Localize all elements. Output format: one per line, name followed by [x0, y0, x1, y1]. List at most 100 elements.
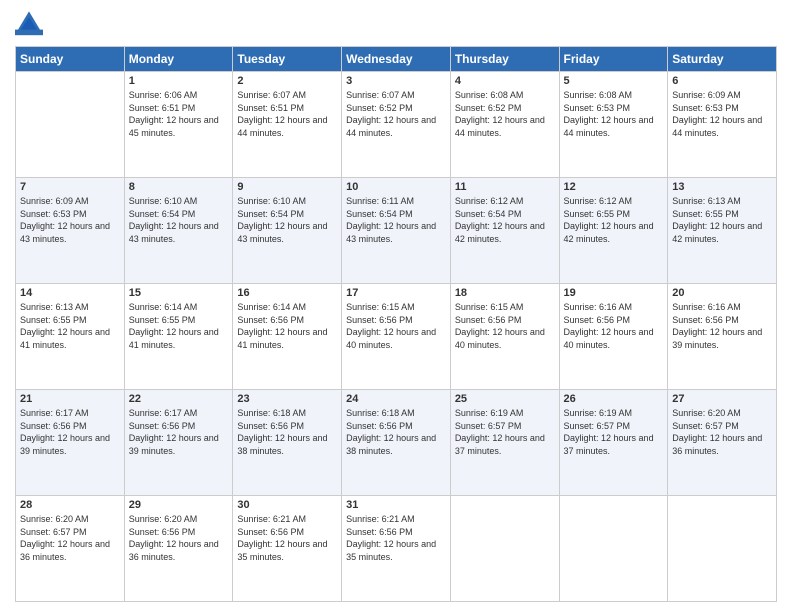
logo	[15, 10, 47, 38]
daylight-label: Daylight: 12 hours and 36 minutes.	[129, 539, 219, 562]
day-cell: 21 Sunrise: 6:17 AM Sunset: 6:56 PM Dayl…	[16, 390, 125, 496]
sunrise-label: Sunrise: 6:06 AM	[129, 90, 198, 100]
day-info: Sunrise: 6:07 AM Sunset: 6:51 PM Dayligh…	[237, 89, 337, 139]
day-info: Sunrise: 6:06 AM Sunset: 6:51 PM Dayligh…	[129, 89, 229, 139]
day-info: Sunrise: 6:09 AM Sunset: 6:53 PM Dayligh…	[672, 89, 772, 139]
sunset-label: Sunset: 6:54 PM	[346, 209, 413, 219]
sunset-label: Sunset: 6:54 PM	[237, 209, 304, 219]
day-number: 17	[346, 287, 446, 299]
day-info: Sunrise: 6:21 AM Sunset: 6:56 PM Dayligh…	[237, 513, 337, 563]
day-info: Sunrise: 6:14 AM Sunset: 6:55 PM Dayligh…	[129, 301, 229, 351]
day-number: 13	[672, 181, 772, 193]
day-cell: 1 Sunrise: 6:06 AM Sunset: 6:51 PM Dayli…	[124, 72, 233, 178]
day-info: Sunrise: 6:10 AM Sunset: 6:54 PM Dayligh…	[129, 195, 229, 245]
day-number: 15	[129, 287, 229, 299]
sunset-label: Sunset: 6:56 PM	[346, 421, 413, 431]
day-number: 9	[237, 181, 337, 193]
day-info: Sunrise: 6:16 AM Sunset: 6:56 PM Dayligh…	[672, 301, 772, 351]
sunrise-label: Sunrise: 6:21 AM	[346, 514, 415, 524]
sunset-label: Sunset: 6:56 PM	[672, 315, 739, 325]
day-info: Sunrise: 6:18 AM Sunset: 6:56 PM Dayligh…	[237, 407, 337, 457]
page: SundayMondayTuesdayWednesdayThursdayFrid…	[0, 0, 792, 612]
daylight-label: Daylight: 12 hours and 41 minutes.	[20, 327, 110, 350]
sunrise-label: Sunrise: 6:09 AM	[672, 90, 741, 100]
sunset-label: Sunset: 6:57 PM	[455, 421, 522, 431]
daylight-label: Daylight: 12 hours and 44 minutes.	[455, 115, 545, 138]
daylight-label: Daylight: 12 hours and 36 minutes.	[672, 433, 762, 456]
day-number: 19	[564, 287, 664, 299]
day-info: Sunrise: 6:13 AM Sunset: 6:55 PM Dayligh…	[672, 195, 772, 245]
sunset-label: Sunset: 6:55 PM	[564, 209, 631, 219]
day-info: Sunrise: 6:16 AM Sunset: 6:56 PM Dayligh…	[564, 301, 664, 351]
sunset-label: Sunset: 6:51 PM	[129, 103, 196, 113]
sunset-label: Sunset: 6:54 PM	[455, 209, 522, 219]
day-cell: 20 Sunrise: 6:16 AM Sunset: 6:56 PM Dayl…	[668, 284, 777, 390]
day-cell: 6 Sunrise: 6:09 AM Sunset: 6:53 PM Dayli…	[668, 72, 777, 178]
daylight-label: Daylight: 12 hours and 44 minutes.	[672, 115, 762, 138]
day-number: 3	[346, 75, 446, 87]
day-number: 24	[346, 393, 446, 405]
day-cell: 15 Sunrise: 6:14 AM Sunset: 6:55 PM Dayl…	[124, 284, 233, 390]
day-number: 16	[237, 287, 337, 299]
day-number: 7	[20, 181, 120, 193]
day-info: Sunrise: 6:17 AM Sunset: 6:56 PM Dayligh…	[20, 407, 120, 457]
day-cell: 11 Sunrise: 6:12 AM Sunset: 6:54 PM Dayl…	[450, 178, 559, 284]
day-cell: 28 Sunrise: 6:20 AM Sunset: 6:57 PM Dayl…	[16, 496, 125, 602]
week-row-2: 7 Sunrise: 6:09 AM Sunset: 6:53 PM Dayli…	[16, 178, 777, 284]
day-number: 18	[455, 287, 555, 299]
sunrise-label: Sunrise: 6:14 AM	[237, 302, 306, 312]
sunset-label: Sunset: 6:53 PM	[564, 103, 631, 113]
day-cell: 13 Sunrise: 6:13 AM Sunset: 6:55 PM Dayl…	[668, 178, 777, 284]
sunrise-label: Sunrise: 6:17 AM	[129, 408, 198, 418]
sunset-label: Sunset: 6:55 PM	[672, 209, 739, 219]
day-info: Sunrise: 6:09 AM Sunset: 6:53 PM Dayligh…	[20, 195, 120, 245]
sunrise-label: Sunrise: 6:21 AM	[237, 514, 306, 524]
weekday-header-tuesday: Tuesday	[233, 47, 342, 72]
day-cell: 26 Sunrise: 6:19 AM Sunset: 6:57 PM Dayl…	[559, 390, 668, 496]
day-info: Sunrise: 6:21 AM Sunset: 6:56 PM Dayligh…	[346, 513, 446, 563]
day-number: 4	[455, 75, 555, 87]
weekday-header-friday: Friday	[559, 47, 668, 72]
sunset-label: Sunset: 6:51 PM	[237, 103, 304, 113]
day-number: 27	[672, 393, 772, 405]
day-number: 26	[564, 393, 664, 405]
day-info: Sunrise: 6:08 AM Sunset: 6:53 PM Dayligh…	[564, 89, 664, 139]
sunset-label: Sunset: 6:52 PM	[346, 103, 413, 113]
day-info: Sunrise: 6:11 AM Sunset: 6:54 PM Dayligh…	[346, 195, 446, 245]
daylight-label: Daylight: 12 hours and 39 minutes.	[129, 433, 219, 456]
day-number: 30	[237, 499, 337, 511]
sunset-label: Sunset: 6:56 PM	[237, 421, 304, 431]
day-number: 25	[455, 393, 555, 405]
day-cell: 22 Sunrise: 6:17 AM Sunset: 6:56 PM Dayl…	[124, 390, 233, 496]
day-info: Sunrise: 6:08 AM Sunset: 6:52 PM Dayligh…	[455, 89, 555, 139]
daylight-label: Daylight: 12 hours and 40 minutes.	[346, 327, 436, 350]
day-number: 28	[20, 499, 120, 511]
sunrise-label: Sunrise: 6:18 AM	[237, 408, 306, 418]
day-cell: 23 Sunrise: 6:18 AM Sunset: 6:56 PM Dayl…	[233, 390, 342, 496]
sunrise-label: Sunrise: 6:12 AM	[564, 196, 633, 206]
day-cell: 12 Sunrise: 6:12 AM Sunset: 6:55 PM Dayl…	[559, 178, 668, 284]
day-number: 12	[564, 181, 664, 193]
week-row-3: 14 Sunrise: 6:13 AM Sunset: 6:55 PM Dayl…	[16, 284, 777, 390]
calendar-table: SundayMondayTuesdayWednesdayThursdayFrid…	[15, 46, 777, 602]
sunset-label: Sunset: 6:57 PM	[564, 421, 631, 431]
sunrise-label: Sunrise: 6:12 AM	[455, 196, 524, 206]
day-cell: 29 Sunrise: 6:20 AM Sunset: 6:56 PM Dayl…	[124, 496, 233, 602]
sunrise-label: Sunrise: 6:15 AM	[455, 302, 524, 312]
sunset-label: Sunset: 6:56 PM	[237, 315, 304, 325]
day-number: 2	[237, 75, 337, 87]
daylight-label: Daylight: 12 hours and 42 minutes.	[672, 221, 762, 244]
sunset-label: Sunset: 6:52 PM	[455, 103, 522, 113]
sunrise-label: Sunrise: 6:08 AM	[455, 90, 524, 100]
day-cell: 2 Sunrise: 6:07 AM Sunset: 6:51 PM Dayli…	[233, 72, 342, 178]
day-info: Sunrise: 6:19 AM Sunset: 6:57 PM Dayligh…	[564, 407, 664, 457]
daylight-label: Daylight: 12 hours and 43 minutes.	[129, 221, 219, 244]
day-info: Sunrise: 6:17 AM Sunset: 6:56 PM Dayligh…	[129, 407, 229, 457]
daylight-label: Daylight: 12 hours and 43 minutes.	[346, 221, 436, 244]
daylight-label: Daylight: 12 hours and 35 minutes.	[346, 539, 436, 562]
daylight-label: Daylight: 12 hours and 38 minutes.	[346, 433, 436, 456]
sunrise-label: Sunrise: 6:20 AM	[129, 514, 198, 524]
sunset-label: Sunset: 6:56 PM	[346, 315, 413, 325]
day-info: Sunrise: 6:15 AM Sunset: 6:56 PM Dayligh…	[346, 301, 446, 351]
day-number: 6	[672, 75, 772, 87]
